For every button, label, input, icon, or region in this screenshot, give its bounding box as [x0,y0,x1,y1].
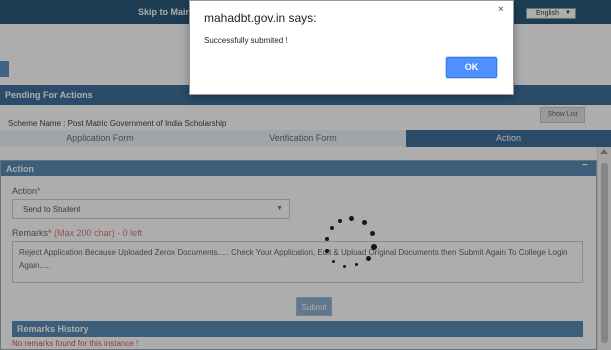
dialog-title: mahadbt.gov.in says: [204,11,317,25]
alert-dialog: mahadbt.gov.in says: × Successfully subm… [189,0,514,95]
ok-button[interactable]: OK [446,57,497,78]
close-icon[interactable]: × [498,4,504,15]
dialog-message: Successfully submited ! [204,36,288,45]
